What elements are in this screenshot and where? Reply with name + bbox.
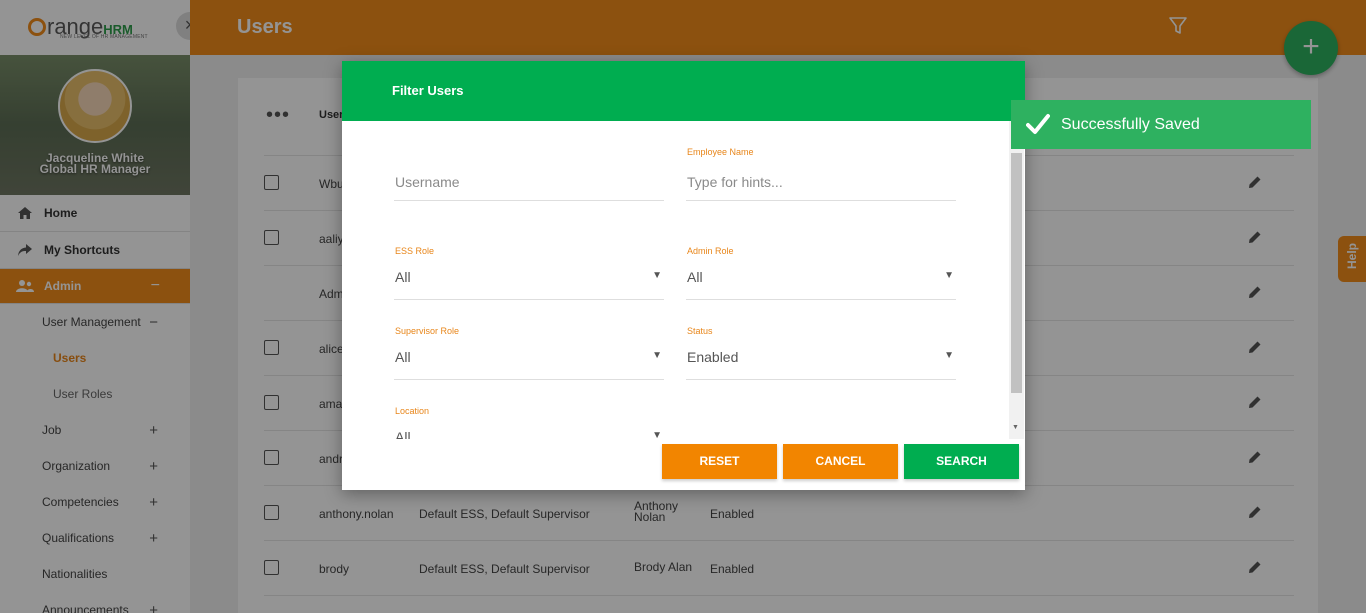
status-value: Enabled	[687, 349, 739, 365]
dropdown-arrow-icon: ▼	[652, 270, 662, 281]
username-placeholder: Username	[395, 174, 460, 190]
search-button[interactable]: SEARCH	[904, 444, 1019, 479]
scrollbar-thumb[interactable]	[1011, 153, 1022, 393]
success-toast[interactable]: Successfully Saved	[1011, 100, 1311, 149]
dropdown-arrow-icon: ▼	[944, 350, 954, 361]
ess-role-select[interactable]: ESS Role All ▼	[394, 240, 664, 300]
employee-name-field[interactable]: Employee Name Type for hints...	[686, 141, 956, 201]
supervisor-role-value: All	[395, 349, 411, 365]
dialog-header: Filter Users	[342, 61, 1025, 121]
dialog-body: Username Employee Name Type for hints...…	[342, 121, 1025, 439]
employee-name-label: Employee Name	[687, 147, 754, 157]
filter-users-dialog: Filter Users Username Employee Name Type…	[342, 61, 1025, 490]
scroll-down-arrow-icon[interactable]: ▼	[1012, 424, 1019, 431]
dropdown-arrow-icon: ▼	[652, 350, 662, 361]
supervisor-role-label: Supervisor Role	[395, 326, 460, 336]
admin-role-select[interactable]: Admin Role All ▼	[686, 240, 956, 300]
dropdown-arrow-icon: ▼	[652, 430, 662, 439]
location-value: All	[395, 429, 411, 439]
username-field[interactable]: Username	[394, 141, 664, 201]
cancel-button[interactable]: CANCEL	[783, 444, 898, 479]
dialog-title: Filter Users	[392, 83, 464, 98]
status-label: Status	[687, 326, 713, 336]
employee-name-placeholder: Type for hints...	[687, 174, 783, 190]
checkmark-icon	[1026, 113, 1050, 140]
location-label: Location	[395, 406, 430, 416]
ess-role-value: All	[395, 269, 411, 285]
dialog-scrollbar[interactable]: ▲ ▼	[1009, 121, 1024, 439]
location-select[interactable]: Location All ▼	[394, 400, 664, 439]
admin-role-label: Admin Role	[687, 246, 734, 256]
status-select[interactable]: Status Enabled ▼	[686, 320, 956, 380]
dropdown-arrow-icon: ▼	[944, 270, 954, 281]
reset-button[interactable]: RESET	[662, 444, 777, 479]
ess-role-label: ESS Role	[395, 246, 435, 256]
supervisor-role-select[interactable]: Supervisor Role All ▼	[394, 320, 664, 380]
toast-message: Successfully Saved	[1061, 116, 1200, 133]
admin-role-value: All	[687, 269, 703, 285]
